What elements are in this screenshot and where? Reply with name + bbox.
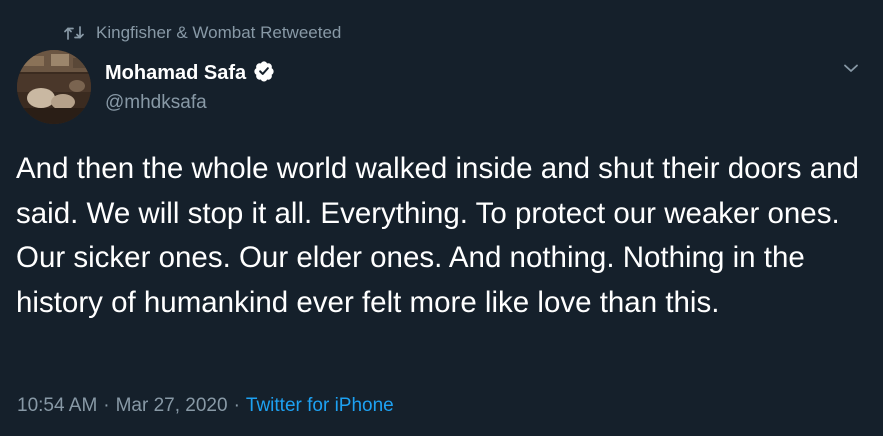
- retweet-indicator[interactable]: Kingfisher & Wombat Retweeted: [64, 20, 341, 46]
- meta-separator: ·: [103, 395, 110, 416]
- tweet-date[interactable]: Mar 27, 2020: [116, 395, 228, 417]
- tweet-meta: 10:54 AM · Mar 27, 2020 · Twitter for iP…: [17, 395, 394, 417]
- author-handle[interactable]: @mhdksafa: [105, 92, 275, 114]
- avatar[interactable]: [17, 50, 91, 124]
- meta-separator: ·: [233, 395, 240, 416]
- tweet-time[interactable]: 10:54 AM: [17, 395, 97, 417]
- tweet-card: Kingfisher & Wombat Retweeted Mohamad Sa…: [0, 0, 883, 436]
- tweet-text: And then the whole world walked inside a…: [16, 152, 859, 319]
- retweet-label: Kingfisher & Wombat Retweeted: [96, 23, 342, 42]
- chevron-down-icon[interactable]: [839, 56, 863, 80]
- author-block[interactable]: Mohamad Safa @mhdksafa: [105, 58, 275, 114]
- author-display-name[interactable]: Mohamad Safa: [105, 62, 246, 85]
- verified-badge-icon: [253, 60, 275, 87]
- tweet-source-link[interactable]: Twitter for iPhone: [246, 395, 394, 417]
- retweet-icon: [64, 25, 84, 41]
